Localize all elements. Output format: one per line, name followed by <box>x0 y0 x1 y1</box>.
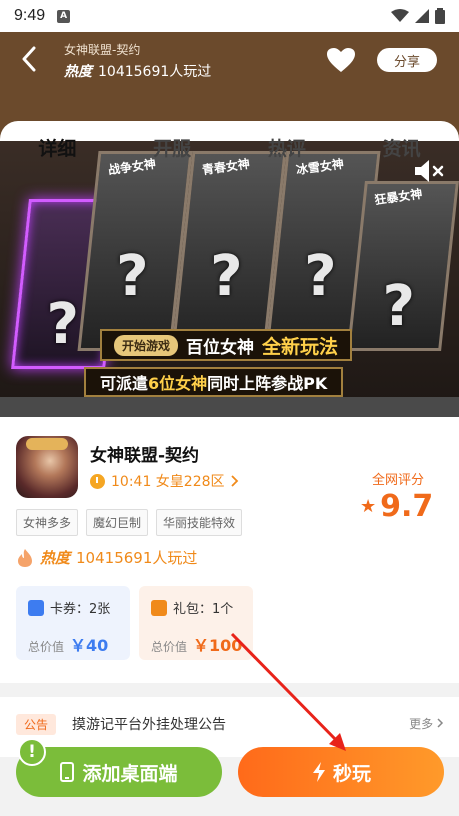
speaker-mute-icon[interactable] <box>413 157 445 185</box>
battery-icon <box>435 8 445 24</box>
notice-text: 摸游记平台外挂处理公告 <box>72 717 226 733</box>
game-tags: 女神多多 魔幻巨制 华丽技能特效 <box>16 509 243 536</box>
question-mark-icon: ? <box>116 244 149 309</box>
tag-item: 女神多多 <box>16 509 79 536</box>
banner-subslogan-c: 同时上阵参战PK <box>207 374 328 393</box>
share-button[interactable]: 分享 <box>377 48 437 72</box>
notice-more-label: 更多 <box>409 717 434 731</box>
signal-icon <box>415 9 429 23</box>
crown-icon <box>26 438 68 450</box>
question-mark-icon: ? <box>304 244 337 309</box>
tab-reviews-label: 热评 <box>267 137 306 160</box>
instant-play-button[interactable]: 秒玩 <box>238 747 444 797</box>
promo-banner[interactable]: ? 战争女神 ? 青春女神 ? 冰雪女神 ? 狂暴女神 ? 开始游戏 百位女神 … <box>0 141 459 417</box>
flame-icon <box>18 548 32 567</box>
header-heat-label: 热度 <box>64 64 92 80</box>
server-info[interactable]: 10:41 女皇228区 <box>90 471 239 491</box>
tag-item: 魔幻巨制 <box>86 509 149 536</box>
lightning-icon <box>312 762 325 782</box>
banner-card-rage: 狂暴女神 ? <box>347 181 459 351</box>
gift-label: 礼包：1个 <box>173 602 234 617</box>
coupon-total-label: 总价值 <box>28 640 65 654</box>
banner-subslogan: 可派遣 6位女神 同时上阵参战PK <box>84 367 344 397</box>
notice-more-link[interactable]: 更多 <box>409 715 445 732</box>
alert-icon[interactable]: ! <box>18 738 46 766</box>
banner-card-war-label: 战争女神 <box>107 156 157 178</box>
gift-card[interactable]: 礼包：1个 总价值 ￥100 <box>139 586 253 660</box>
game-info-card: 女神联盟-契约 10:41 女皇228区 女神多多 魔幻巨制 华丽技能特效 全网… <box>0 417 459 683</box>
tab-details-label: 详细 <box>38 137 77 160</box>
banner-slogan-part2: 全新玩法 <box>262 335 339 358</box>
add-to-desktop-label: 添加桌面端 <box>82 762 178 785</box>
phone-icon <box>60 762 75 782</box>
wifi-icon <box>391 9 409 22</box>
rating: ★ 9.7 <box>360 489 433 524</box>
banner-subslogan-b: 6位女神 <box>148 374 208 393</box>
status-time: 9:49 <box>14 7 46 24</box>
gift-icon <box>151 599 167 616</box>
coupon-total-value: ￥40 <box>70 636 109 655</box>
question-mark-icon: ? <box>382 274 415 339</box>
add-to-desktop-button[interactable]: 添加桌面端 <box>16 747 222 797</box>
header-game-name: 女神联盟-契约 <box>64 43 141 57</box>
heat-info: 热度 10415691人玩过 <box>16 547 197 568</box>
star-icon: ★ <box>360 496 377 517</box>
tag-item: 华丽技能特效 <box>156 509 243 536</box>
banner-start-pill: 开始游戏 <box>114 334 179 356</box>
back-button[interactable] <box>14 44 44 74</box>
coupon-card[interactable]: 卡券：2张 总价值 ￥40 <box>16 586 130 660</box>
coupon-total: 总价值 ￥40 <box>28 632 108 656</box>
coupon-row: 卡券：2张 <box>28 598 110 617</box>
rating-label: 全网评分 <box>372 473 425 488</box>
header-heat-text: 10415691人玩过 <box>98 64 212 80</box>
notification-badge: A <box>57 9 71 23</box>
favorite-heart-icon[interactable] <box>326 47 356 73</box>
status-icons <box>391 8 445 24</box>
banner-subslogan-a: 可派遣 <box>100 374 149 393</box>
coupon-label: 卡券：2张 <box>50 602 111 617</box>
banner-slogan: 开始游戏 百位女神 全新玩法 <box>100 329 353 361</box>
banner-slogan-part1: 百位女神 <box>186 337 255 358</box>
status-bar: 9:49 A <box>0 0 459 32</box>
game-icon[interactable] <box>16 436 78 498</box>
ticket-icon <box>28 599 44 616</box>
chevron-right-icon <box>437 718 444 728</box>
notice-badge: 公告 <box>16 714 57 735</box>
gift-total-label: 总价值 <box>151 640 188 654</box>
gift-row: 礼包：1个 <box>151 598 233 617</box>
banner-card-rage-label: 狂暴女神 <box>373 186 424 208</box>
gift-total: 总价值 ￥100 <box>151 632 242 656</box>
instant-play-label: 秒玩 <box>332 762 371 785</box>
heat-label: 热度 <box>40 549 71 567</box>
clock-icon <box>90 473 105 489</box>
heat-text: 10415691人玩过 <box>76 549 198 567</box>
question-mark-icon: ? <box>210 244 243 309</box>
banner-card-youth-label: 青春女神 <box>201 156 251 178</box>
chevron-right-icon <box>230 475 238 487</box>
game-title: 女神联盟-契约 <box>90 446 200 466</box>
tab-news-label: 资讯 <box>382 137 421 160</box>
server-text: 10:41 女皇228区 <box>111 474 225 490</box>
gift-total-value: ￥100 <box>193 636 243 655</box>
back-arrow-icon <box>22 46 36 72</box>
app-header: 女神联盟-契约 热度 10415691人玩过 分享 详细 开服 热评 资讯 <box>0 32 459 173</box>
tab-servers-label: 开服 <box>153 137 192 160</box>
header-heat: 热度 10415691人玩过 <box>64 61 211 81</box>
banner-bottom-bar <box>0 397 459 417</box>
rating-value: 9.7 <box>380 489 434 524</box>
